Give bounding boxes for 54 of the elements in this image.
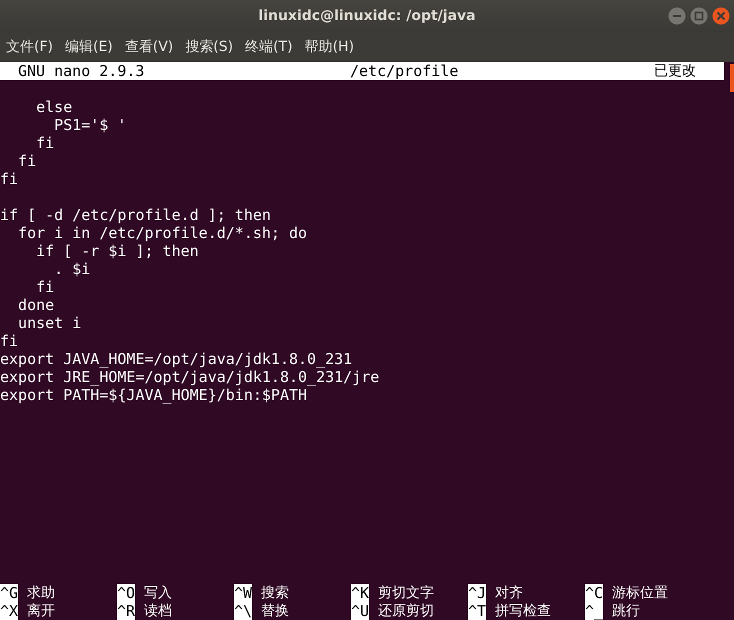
shortcut-label: 剪切文字 bbox=[378, 584, 434, 602]
minimize-icon[interactable] bbox=[668, 7, 686, 25]
menu-item[interactable]: 终端(T) bbox=[245, 38, 293, 56]
shortcut-label: 写入 bbox=[144, 584, 172, 602]
code-line: unset i bbox=[17, 314, 82, 332]
code-line: for i in /etc/profile.d/*.sh; do bbox=[17, 224, 308, 242]
code-line: if [ -d /etc/profile.d ]; then bbox=[0, 206, 271, 224]
code-line: export PATH=${JAVA_HOME}/bin:$PATH bbox=[0, 386, 308, 404]
shortcut-label: 搜索 bbox=[261, 584, 290, 602]
maximize-icon[interactable] bbox=[690, 7, 708, 25]
shortcut-key: ^U bbox=[351, 602, 370, 620]
shortcut-key: ^\ bbox=[234, 602, 252, 620]
shortcut-key: ^W bbox=[234, 584, 252, 602]
shortcut-key: ^_ bbox=[585, 602, 604, 620]
shortcut-key: ^X bbox=[0, 602, 18, 620]
window-title: linuxidc@linuxidc: /opt/java bbox=[258, 8, 476, 24]
shortcut-key: ^O bbox=[117, 584, 136, 602]
code-line: . $i bbox=[53, 260, 90, 278]
menu-item[interactable]: 帮助(H) bbox=[304, 38, 354, 56]
code-line: done bbox=[17, 296, 54, 314]
code-line: fi bbox=[17, 152, 36, 170]
editor-version: GNU nano 2.9.3 bbox=[17, 62, 146, 80]
shortcut-key: ^J bbox=[468, 584, 486, 602]
menu-item[interactable]: 搜索(S) bbox=[185, 38, 234, 56]
shortcut-label: 替换 bbox=[261, 602, 290, 620]
shortcut-label: 求助 bbox=[27, 584, 56, 602]
menu-item[interactable]: 编辑(E) bbox=[64, 38, 113, 56]
menu-item[interactable]: 查看(V) bbox=[124, 38, 174, 56]
code-line: fi bbox=[0, 170, 18, 188]
shortcut-label: 游标位置 bbox=[612, 584, 668, 602]
shortcut-label: 拼写检查 bbox=[495, 602, 552, 620]
shortcut-key: ^R bbox=[117, 602, 136, 620]
code-line: fi bbox=[35, 134, 54, 152]
shortcut-key: ^G bbox=[0, 584, 18, 602]
code-line: PS1='$ ' bbox=[53, 116, 126, 134]
shortcut-key: ^T bbox=[468, 602, 486, 620]
file-name: /etc/profile bbox=[350, 62, 460, 80]
code-line: fi bbox=[35, 278, 54, 296]
shortcut-label: 对齐 bbox=[495, 584, 524, 602]
code-line: else bbox=[35, 98, 72, 116]
close-icon[interactable] bbox=[712, 7, 730, 25]
scrollbar-thumb[interactable] bbox=[730, 64, 734, 92]
code-line: export JRE_HOME=/opt/java/jdk1.8.0_231/jre bbox=[0, 368, 380, 386]
shortcut-label: 还原剪切 bbox=[378, 602, 434, 620]
code-line: if [ -r $i ]; then bbox=[35, 242, 199, 260]
menu-item[interactable]: 文件(F) bbox=[6, 38, 53, 56]
shortcut-key: ^K bbox=[351, 584, 370, 602]
shortcut-label: 离开 bbox=[27, 602, 56, 620]
shortcut-label: 读档 bbox=[144, 602, 172, 620]
code-line: fi bbox=[0, 332, 18, 350]
modified-status: 已更改 bbox=[654, 62, 697, 80]
code-line: export JAVA_HOME=/opt/java/jdk1.8.0_231 bbox=[0, 350, 352, 368]
shortcut-key: ^C bbox=[585, 584, 604, 602]
shortcut-label: 跳行 bbox=[612, 602, 640, 620]
